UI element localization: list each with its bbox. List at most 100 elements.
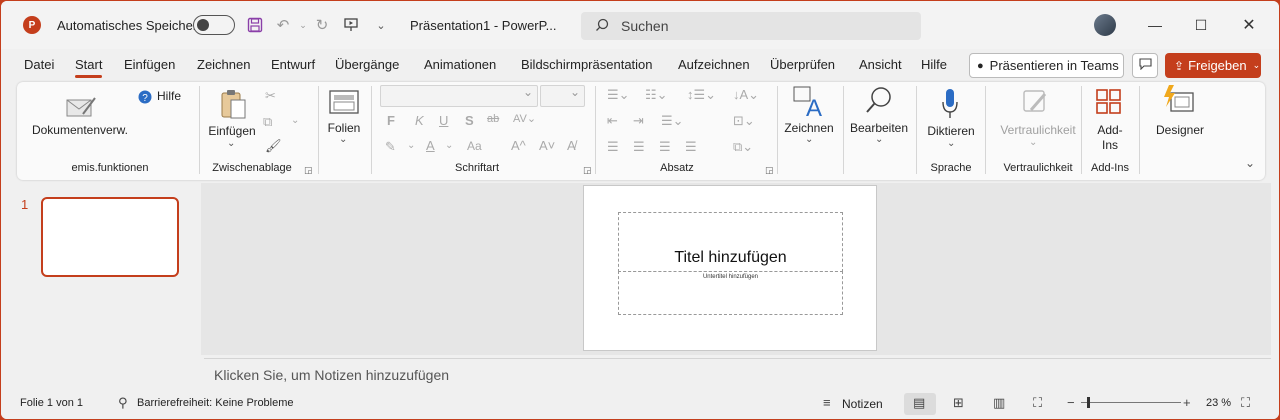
bold-button[interactable]: F [387, 113, 395, 128]
notes-pane[interactable]: Klicken Sie, um Notizen hinzuzufügen [204, 358, 1271, 389]
tab-start[interactable]: Start [75, 57, 103, 78]
comments-button[interactable] [1132, 53, 1158, 78]
maximize-icon[interactable]: ☐ [1189, 13, 1213, 37]
document-title[interactable]: Präsentation1 - PowerP... [410, 18, 556, 33]
sensitivity-icon[interactable] [1021, 88, 1049, 119]
shadow-button[interactable]: S [465, 113, 474, 128]
fit-to-window-icon[interactable]: ⛶ [1241, 395, 1250, 411]
reading-view-icon[interactable]: ▥ [993, 395, 1005, 411]
ribbon-expand-icon[interactable]: ⌄ [1245, 156, 1255, 170]
title-placeholder[interactable]: Titel hinzufügen [618, 212, 843, 272]
numbering-icon[interactable]: ☷⌄ [645, 87, 668, 103]
drawing-shapes-icon[interactable]: A [793, 86, 825, 122]
zoom-out-icon[interactable]: − [1067, 395, 1075, 410]
tab-uebergaenge[interactable]: Übergänge [335, 57, 399, 72]
paste-icon[interactable] [219, 88, 249, 125]
editing-dropdown-icon[interactable]: ⌄ [875, 134, 883, 145]
paragraph-launcher-icon[interactable]: ◲ [765, 165, 774, 176]
present-in-teams-button[interactable]: ● Präsentieren in Teams [969, 53, 1124, 78]
slide-sorter-icon[interactable]: ⊞ [953, 395, 964, 411]
font-size-select[interactable] [540, 85, 585, 107]
align-left-icon[interactable]: ☰ [607, 139, 619, 155]
copy-dropdown-icon[interactable]: ⌄ [291, 115, 299, 126]
add-ins-button-label[interactable]: Add- Ins [1085, 123, 1135, 153]
user-avatar[interactable] [1094, 14, 1116, 36]
help-label[interactable]: Hilfe [157, 89, 181, 104]
increase-indent-icon[interactable]: ⇥ [633, 113, 644, 129]
tab-ueberpruefen[interactable]: Überprüfen [770, 57, 835, 72]
present-from-start-icon[interactable] [341, 15, 361, 35]
sensitivity-dropdown-icon[interactable]: ⌄ [1029, 137, 1037, 148]
zoom-in-icon[interactable]: + [1183, 395, 1191, 410]
tab-zeichnen[interactable]: Zeichnen [197, 57, 250, 72]
undo-icon[interactable]: ↶ [273, 15, 293, 35]
customize-qat-icon[interactable]: ⌄ [371, 15, 391, 35]
bullets-icon[interactable]: ☰⌄ [607, 87, 630, 103]
tab-entwurf[interactable]: Entwurf [271, 57, 315, 72]
clipboard-launcher-icon[interactable]: ◲ [304, 165, 313, 176]
cut-icon[interactable]: ✂ [265, 88, 276, 104]
undo-dropdown-icon[interactable]: ⌄ [293, 15, 313, 35]
help-icon[interactable]: ? [138, 90, 152, 107]
justify-icon[interactable]: ☰ [685, 139, 697, 155]
font-color-dropdown-icon[interactable]: ⌄ [445, 140, 453, 151]
normal-view-icon[interactable]: ▤ [913, 395, 925, 411]
paste-label[interactable]: Einfügen [207, 124, 257, 139]
slide-canvas[interactable]: Titel hinzufügen Untertitel hinzufügen [583, 185, 877, 351]
underline-button[interactable]: U [439, 113, 448, 128]
clear-formatting-icon[interactable]: A̸ [567, 138, 576, 153]
add-ins-icon[interactable] [1095, 88, 1123, 119]
zoom-slider-thumb[interactable] [1087, 397, 1090, 408]
tab-animationen[interactable]: Animationen [424, 57, 496, 72]
designer-icon[interactable] [1163, 85, 1195, 118]
line-spacing-icon[interactable]: ↕☰⌄ [687, 87, 716, 103]
document-management-icon[interactable] [65, 92, 97, 123]
tab-bildschirmpraesentation[interactable]: Bildschirmpräsentation [521, 57, 653, 72]
shrink-font-icon[interactable]: A˅ [539, 138, 555, 153]
accessibility-status[interactable]: Barrierefreiheit: Keine Probleme [137, 397, 294, 409]
highlight-icon[interactable]: ✎ [385, 139, 396, 155]
zoom-slider-track[interactable] [1081, 402, 1181, 403]
minimize-icon[interactable]: — [1143, 13, 1167, 37]
document-management-label[interactable]: Dokumentenverw. [30, 123, 130, 138]
drawing-dropdown-icon[interactable]: ⌄ [805, 134, 813, 145]
align-text-icon[interactable]: ⊡⌄ [733, 113, 755, 129]
align-right-icon[interactable]: ☰ [659, 139, 671, 155]
zoom-level[interactable]: 23 % [1206, 397, 1231, 409]
autosave-toggle[interactable] [193, 15, 235, 35]
decrease-indent-icon[interactable]: ⇤ [607, 113, 618, 129]
new-slide-icon[interactable] [329, 90, 359, 117]
format-painter-icon[interactable]: 🖌 [265, 138, 282, 154]
close-icon[interactable]: ✕ [1237, 13, 1261, 37]
tab-ansicht[interactable]: Ansicht [859, 57, 902, 72]
paste-dropdown-icon[interactable]: ⌄ [227, 138, 235, 149]
slideshow-icon[interactable]: ⛶ [1033, 395, 1042, 411]
vertical-scrollbar[interactable] [1271, 183, 1279, 389]
change-case-button[interactable]: Aa [467, 139, 482, 153]
dictate-label[interactable]: Diktieren [923, 124, 979, 139]
font-family-select[interactable] [380, 85, 538, 107]
columns-icon[interactable]: ☰⌄ [661, 113, 684, 129]
notes-button[interactable]: Notizen [842, 397, 883, 411]
dictate-dropdown-icon[interactable]: ⌄ [947, 138, 955, 149]
grow-font-icon[interactable]: A^ [511, 138, 526, 153]
redo-icon[interactable]: ↻ [312, 15, 332, 35]
smartart-icon[interactable]: ⧉⌄ [733, 139, 753, 155]
sensitivity-button-label[interactable]: Vertraulichkeit [991, 123, 1085, 138]
tab-einfuegen[interactable]: Einfügen [124, 57, 175, 72]
italic-button[interactable]: K [415, 113, 424, 128]
character-spacing-icon[interactable]: AV⌄ [513, 112, 536, 125]
find-icon[interactable] [865, 86, 893, 119]
highlight-dropdown-icon[interactable]: ⌄ [407, 140, 415, 151]
strikethrough-button[interactable]: ab [487, 113, 499, 125]
tab-hilfe[interactable]: Hilfe [921, 57, 947, 72]
save-icon[interactable] [245, 15, 265, 35]
tab-datei[interactable]: Datei [24, 57, 54, 72]
share-button[interactable]: ⇪ Freigeben ⌄ [1165, 53, 1261, 78]
align-center-icon[interactable]: ☰ [633, 139, 645, 155]
slide-thumbnail[interactable] [41, 197, 179, 277]
notes-icon[interactable]: ≡ [823, 395, 831, 410]
microphone-icon[interactable] [941, 88, 959, 123]
tab-aufzeichnen[interactable]: Aufzeichnen [678, 57, 750, 72]
subtitle-placeholder[interactable]: Untertitel hinzufügen [618, 271, 843, 315]
